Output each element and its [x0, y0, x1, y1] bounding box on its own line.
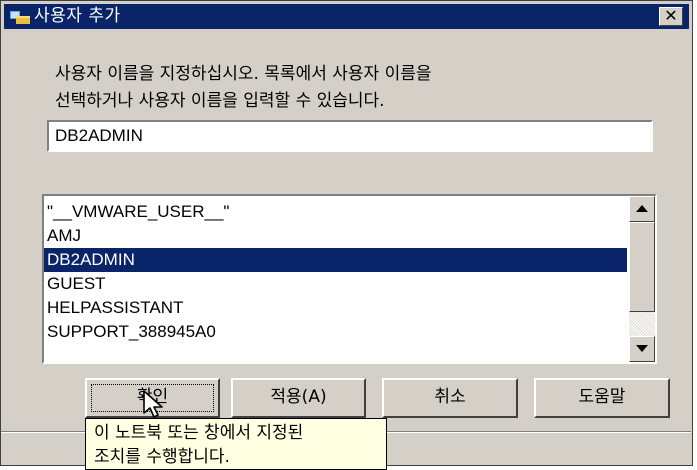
add-user-dialog: 사용자 추가 ✕ 사용자 이름을 지정하십시오. 목록에서 사용자 이름을 선택…: [0, 0, 693, 470]
instruction-text: 사용자 이름을 지정하십시오. 목록에서 사용자 이름을 선택하거나 사용자 이…: [55, 61, 635, 115]
help-button[interactable]: 도움말: [534, 378, 670, 418]
tooltip-line: 조치를 수행합니다.: [94, 447, 230, 467]
tooltip: 이 노트북 또는 창에서 지정된 조치를 수행합니다.: [85, 418, 387, 470]
instruction-line: 사용자 이름을 지정하십시오. 목록에서 사용자 이름을: [55, 64, 432, 84]
vertical-scrollbar[interactable]: [629, 196, 655, 362]
title-bar[interactable]: 사용자 추가 ✕: [4, 4, 689, 29]
user-name-input[interactable]: [47, 120, 653, 152]
help-button-label: 도움말: [578, 387, 626, 407]
users-folder-icon: [10, 11, 30, 24]
list-item-selected[interactable]: DB2ADMIN: [44, 248, 627, 272]
list-item[interactable]: AMJ: [44, 224, 627, 248]
cancel-button-label: 취소: [434, 387, 466, 407]
scroll-down-button[interactable]: [629, 336, 655, 362]
close-button[interactable]: ✕: [659, 7, 683, 26]
instruction-line: 선택하거나 사용자 이름을 입력할 수 있습니다.: [55, 91, 385, 111]
scroll-track[interactable]: [629, 312, 655, 336]
user-list[interactable]: "__VMWARE_USER__" AMJ DB2ADMIN GUEST HEL…: [42, 194, 657, 364]
tooltip-line: 이 노트북 또는 창에서 지정된: [94, 423, 304, 443]
scroll-up-button[interactable]: [629, 196, 655, 222]
user-list-items: "__VMWARE_USER__" AMJ DB2ADMIN GUEST HEL…: [44, 200, 627, 344]
list-item[interactable]: HELPASSISTANT: [44, 296, 627, 320]
list-item[interactable]: SUPPORT_388945A0: [44, 320, 627, 344]
mouse-cursor-icon: [143, 390, 163, 418]
list-item[interactable]: GUEST: [44, 272, 627, 296]
list-item[interactable]: "__VMWARE_USER__": [44, 200, 627, 224]
scroll-thumb[interactable]: [629, 222, 655, 312]
separator: [385, 431, 691, 433]
arrow-down-icon: [636, 345, 648, 352]
apply-button[interactable]: 적용(A): [231, 378, 366, 418]
window-title: 사용자 추가: [34, 6, 121, 26]
arrow-up-icon: [636, 205, 648, 212]
cancel-button[interactable]: 취소: [382, 378, 518, 418]
separator: [1, 431, 85, 433]
apply-button-label: 적용(A): [270, 387, 327, 407]
close-icon: ✕: [664, 6, 678, 25]
